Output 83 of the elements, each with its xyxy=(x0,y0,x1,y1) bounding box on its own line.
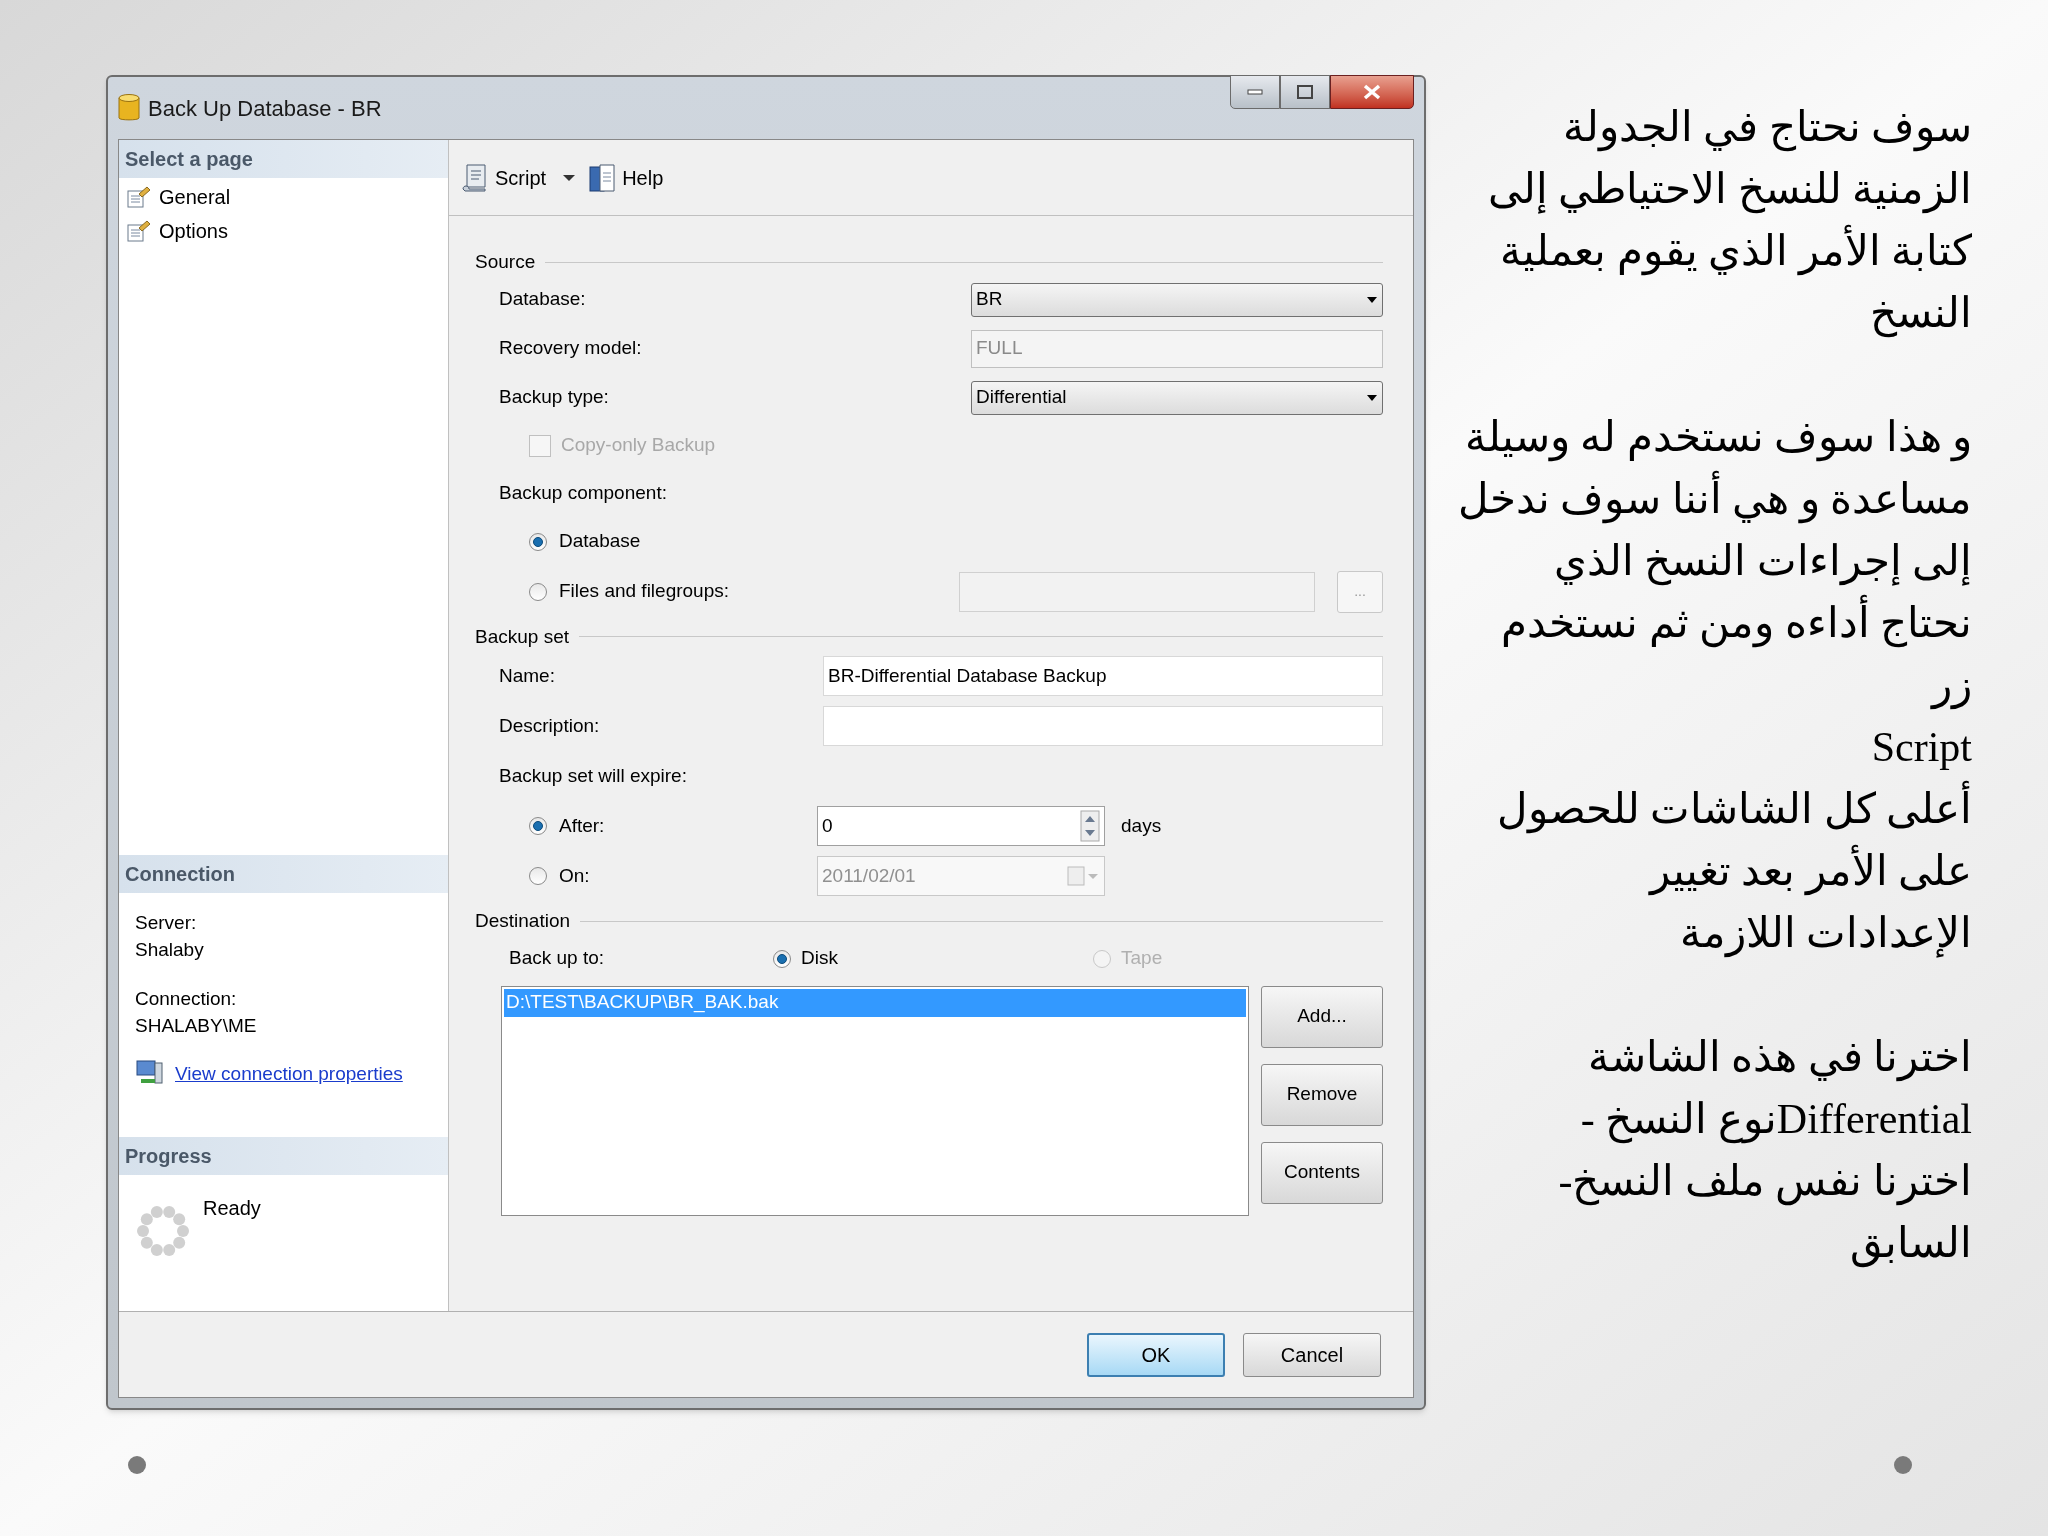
field-label: Backup type: xyxy=(499,385,609,410)
field-label: Database: xyxy=(499,287,586,312)
slide-text-line: Differentialنوع النسخ - xyxy=(1580,1095,1972,1146)
field-label: Backup component: xyxy=(499,481,667,506)
radio-button[interactable] xyxy=(529,817,547,835)
close-icon xyxy=(1363,84,1381,100)
field-label: Recovery model: xyxy=(499,336,642,361)
connection-label: Connection: xyxy=(135,987,238,1011)
panel-heading: Select a page xyxy=(119,140,448,178)
window-title: Back Up Database - BR xyxy=(148,94,382,123)
ok-button[interactable]: OK xyxy=(1087,1332,1225,1377)
cancel-button[interactable]: Cancel xyxy=(1243,1332,1381,1377)
radio-button[interactable] xyxy=(529,582,547,601)
help-book-icon xyxy=(588,162,617,193)
slide-text-line: سوف نحتاج في الجدولة xyxy=(1562,103,1972,154)
section-heading: Destination xyxy=(475,909,571,933)
calendar-dropdown-icon xyxy=(1066,864,1100,888)
field-label: Name: xyxy=(499,663,555,688)
slide-text-line: زر xyxy=(1932,661,1972,712)
checkbox-label: Copy-only Backup xyxy=(561,433,716,458)
destination-button[interactable]: Remove xyxy=(1261,1063,1383,1126)
section-heading: Source xyxy=(475,250,536,274)
radio-button[interactable] xyxy=(529,532,547,551)
slide-text-line: اخترنا في هذه الشاشة xyxy=(1587,1033,1972,1084)
slide-text-line: الزمنية للنسخ الاحتياطي إلى xyxy=(1487,165,1972,216)
slide-text-line: و هذا سوف نستخدم له وسيلة xyxy=(1464,413,1972,464)
radio-label: Database xyxy=(559,529,641,554)
slide-text-line: مساعدة و هي أننا سوف ندخل xyxy=(1457,468,1972,530)
connection-name: SHALABY\ME xyxy=(135,1014,258,1038)
dropdown-arrow-icon xyxy=(1366,393,1378,402)
destination-button[interactable]: Contents xyxy=(1261,1141,1383,1204)
destination-button[interactable]: Add... xyxy=(1261,985,1383,1048)
slide-text-line: كتابة الأمر الذي يقوم بعملية xyxy=(1500,220,1972,282)
backup-type-dropdown[interactable]: Differential xyxy=(971,380,1383,415)
field-label: Back up to: xyxy=(509,946,606,971)
slide-text-line: إلى إجراءات النسخ الذي xyxy=(1553,537,1972,588)
help-button[interactable]: Help xyxy=(588,162,664,193)
description-field[interactable] xyxy=(823,706,1383,746)
connection-properties-link[interactable]: View connection properties xyxy=(175,1059,403,1087)
maximize-button[interactable] xyxy=(1280,75,1330,109)
radio-label: Files and filegroups: xyxy=(559,579,730,604)
page-icon xyxy=(127,186,151,208)
field-label: Backup set will expire: xyxy=(499,763,687,788)
page-list-item[interactable]: General xyxy=(127,180,440,214)
slide-text-line: اخترنا نفس ملف النسخ- xyxy=(1558,1157,1972,1208)
slide-text-line: النسخ xyxy=(1870,289,1972,340)
network-computer-icon xyxy=(135,1059,165,1087)
filegroups-field[interactable] xyxy=(959,571,1315,612)
radio-label: On: xyxy=(559,863,590,888)
slide-text-line: السابق xyxy=(1850,1219,1972,1270)
name-field[interactable]: BR-Differential Database Backup xyxy=(823,656,1383,696)
server-label: Server: xyxy=(135,911,198,935)
close-button[interactable] xyxy=(1330,75,1414,109)
unit-label: days xyxy=(1121,813,1162,838)
slide-text-line: Script xyxy=(1871,723,1972,772)
dropdown-arrow-icon xyxy=(562,173,577,182)
spin-arrows-icon xyxy=(1080,810,1100,842)
panel-heading: Progress xyxy=(119,1137,448,1175)
dropdown-arrow-icon xyxy=(1366,295,1378,304)
slide-text-line: على الأمر بعد تغيير xyxy=(1649,840,1972,902)
page-list-item[interactable]: Options xyxy=(127,214,440,248)
minimize-icon xyxy=(1247,89,1263,95)
database-dropdown[interactable]: BR xyxy=(971,282,1383,317)
days-spin-field[interactable]: 0 xyxy=(817,806,1105,846)
panel-heading: Connection xyxy=(119,855,448,893)
section-heading: Backup set xyxy=(475,624,569,649)
radio-label: Disk xyxy=(801,946,838,971)
radio-button[interactable] xyxy=(773,949,791,968)
slide-text-line: نحتاج أداءه ومن ثم نستخدم xyxy=(1501,592,1972,654)
radio-label: Tape xyxy=(1121,946,1163,971)
minimize-button[interactable] xyxy=(1230,75,1280,109)
radio-label: After: xyxy=(559,813,605,838)
progress-status: Ready xyxy=(203,1196,261,1221)
radio-button[interactable] xyxy=(529,867,547,885)
script-dropdown-button[interactable]: Script xyxy=(461,162,577,193)
maximize-icon xyxy=(1297,85,1313,99)
scroll-icon xyxy=(461,162,489,193)
field-label: Description: xyxy=(499,713,600,738)
server-name: Shalaby xyxy=(135,938,205,962)
page-icon xyxy=(127,220,151,242)
slide-text-line: الإعدادات اللازمة xyxy=(1679,909,1972,960)
database-icon xyxy=(118,93,140,123)
slide-text-line: أعلى كل الشاشات للحصول xyxy=(1496,778,1972,840)
